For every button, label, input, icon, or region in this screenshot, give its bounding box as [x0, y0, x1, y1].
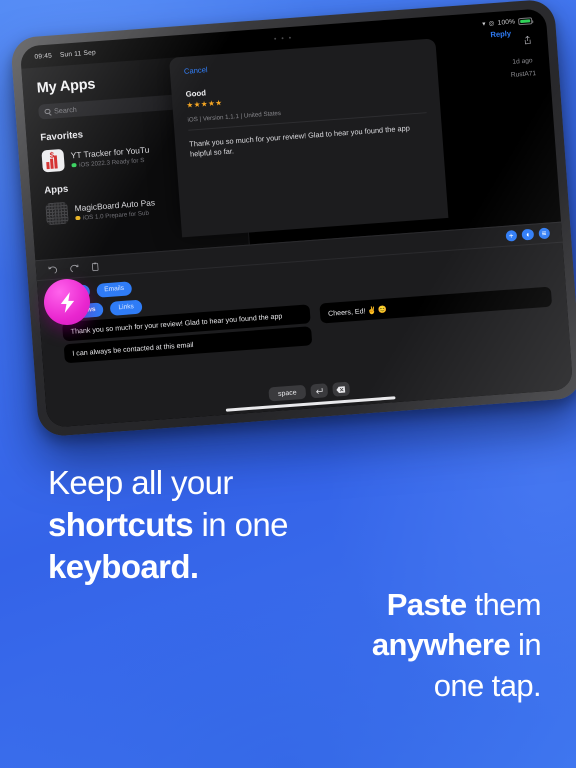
app-icon-yt-tracker — [41, 148, 65, 173]
backspace-key-icon[interactable] — [332, 381, 350, 397]
keyboard-action-buttons: + ◖ ≡ — [504, 227, 551, 242]
headline1-line2-light: in one — [192, 506, 289, 544]
redo-icon[interactable] — [69, 263, 80, 274]
headline2-line1-light: them — [466, 587, 541, 622]
tablet-screen: 09:45 Sun 11 Sep ▾ ◎ 100% • • • My Apps … — [19, 8, 574, 428]
reply-button[interactable]: Reply — [490, 29, 511, 39]
headline-secondary: Paste them anywhere in one tap. — [111, 585, 542, 706]
battery-percent: 100% — [497, 17, 516, 27]
headline2-line1-bold: Paste — [386, 587, 467, 622]
return-key-icon[interactable] — [310, 383, 329, 399]
share-icon[interactable] — [523, 35, 532, 45]
battery-icon — [517, 16, 533, 25]
headline2-line2-light: in — [510, 627, 542, 663]
status-dot-icon — [75, 215, 81, 221]
lightning-fab-button[interactable] — [44, 279, 90, 325]
review-reply-modal: Cancel Reply Good ★★★★★ iOS | Version 1.… — [168, 29, 511, 238]
status-time: 09:45 — [34, 51, 53, 61]
snippet-item[interactable]: Cheers, Ed! ✌️ 😊 — [319, 286, 553, 324]
wifi-icon: ▾ — [482, 20, 487, 28]
category-pill-emails[interactable]: Emails — [95, 281, 133, 298]
lock-icon: ◎ — [488, 19, 495, 28]
undo-icon[interactable] — [48, 264, 59, 275]
headline2-line2-bold: anywhere — [371, 627, 511, 663]
multitask-dots-icon[interactable]: • • • — [274, 35, 293, 43]
tablet-frame: 09:45 Sun 11 Sep ▾ ◎ 100% • • • My Apps … — [10, 0, 576, 438]
space-key[interactable]: space — [268, 384, 307, 402]
headline1-line2-bold: shortcuts — [48, 506, 194, 544]
search-icon — [44, 108, 51, 115]
status-date: Sun 11 Sep — [59, 48, 97, 59]
app-icon-magicboard — [45, 201, 69, 226]
status-dot-icon — [71, 162, 77, 168]
list-circle-icon[interactable]: ≡ — [537, 227, 551, 240]
headline1-line1: Keep all your — [48, 464, 233, 501]
lightning-bolt-icon — [60, 291, 74, 313]
tag-circle-icon[interactable]: ◖ — [521, 228, 534, 241]
review-author: RustA71 — [510, 69, 537, 79]
plus-circle-icon[interactable]: + — [504, 229, 518, 242]
search-placeholder: Search — [53, 104, 78, 116]
headline-primary: Keep all your shortcuts in one keyboard. — [48, 462, 518, 589]
review-meta-column: 1d ago RustA71 — [509, 55, 537, 82]
headline2-line3: one tap. — [433, 667, 542, 703]
tablet-mockup: 09:45 Sun 11 Sep ▾ ◎ 100% • • • My Apps … — [10, 0, 576, 438]
clipboard-paste-icon[interactable] — [90, 261, 101, 272]
headline1-line3-bold: keyboard. — [48, 548, 199, 586]
cancel-button[interactable]: Cancel — [184, 65, 208, 76]
